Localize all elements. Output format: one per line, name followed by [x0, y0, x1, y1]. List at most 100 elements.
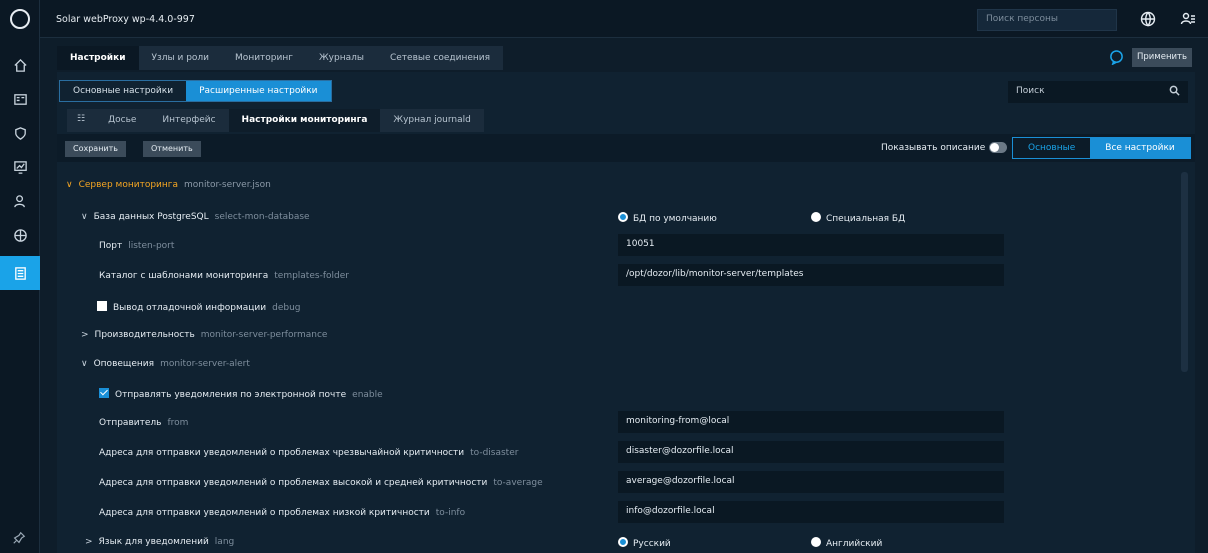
radio-label: Русский	[633, 539, 671, 549]
field-key: listen-port	[128, 241, 175, 251]
field-email-enable[interactable]: Отправлять уведомления по электронной по…	[99, 388, 383, 400]
section-label: Сервер мониторинга	[78, 180, 179, 190]
templates-input[interactable]: /opt/dozor/lib/monitor-server/templates	[618, 264, 1004, 286]
to-average-input[interactable]: average@dozorfile.local	[618, 471, 1004, 493]
group-alerts[interactable]: ∨ Оповещения monitor-server-alert	[81, 359, 250, 369]
port-input[interactable]: 10051	[618, 234, 1004, 256]
field-label: Порт	[99, 241, 123, 251]
radio-label: БД по умолчанию	[633, 214, 717, 224]
group-database[interactable]: ∨ База данных PostgreSQL select-mon-databa…	[81, 212, 310, 222]
radio-default-db[interactable]: БД по умолчанию	[618, 212, 717, 224]
field-label: Адреса для отправки уведомлений о пробле…	[99, 508, 430, 518]
basic-view-button[interactable]: Основные	[1013, 138, 1090, 158]
settings-doc-icon[interactable]	[0, 256, 40, 290]
field-key: to-info	[435, 508, 466, 518]
settings-search-input[interactable]: Поиск	[1008, 81, 1188, 103]
tab-monitoring[interactable]: Мониторинг	[222, 46, 306, 70]
field-to-average: Адреса для отправки уведомлений о пробле…	[99, 478, 543, 488]
chat-icon[interactable]	[1109, 50, 1123, 66]
section-monitor-server[interactable]: ∨ Сервер мониторинга monitor-server.json	[66, 180, 271, 190]
field-from: Отправитель from	[99, 418, 188, 428]
radio-selected-icon	[618, 537, 628, 547]
tab-dossier[interactable]: Досье	[95, 109, 150, 132]
tab-journald[interactable]: Журнал journald	[380, 109, 484, 132]
field-key: templates-folder	[274, 271, 349, 281]
radio-lang-ru[interactable]: Русский	[618, 537, 671, 549]
tab-interface[interactable]: Интерфейс	[149, 109, 229, 132]
from-input[interactable]: monitoring-from@local	[618, 411, 1004, 433]
radio-label: Специальная БД	[826, 214, 906, 224]
radio-selected-icon	[618, 212, 628, 222]
group-label: Производительность	[94, 330, 195, 340]
cancel-button[interactable]: Отменить	[143, 141, 201, 157]
chevron-down-icon: ∨	[81, 212, 88, 222]
show-description-toggle[interactable]	[989, 142, 1007, 153]
view-mode-toggle: Основные Все настройки	[1012, 137, 1191, 159]
tab-logs[interactable]: Журналы	[306, 46, 377, 70]
show-description-label: Показывать описание	[881, 143, 986, 153]
dashboard-icon[interactable]	[0, 82, 40, 116]
settings-panel: Основные настройки Расширенные настройки…	[57, 72, 1195, 553]
field-key: enable	[352, 390, 383, 400]
field-key: debug	[272, 303, 301, 313]
group-lang[interactable]: > Язык для уведомлений lang	[85, 537, 234, 547]
field-templates: Каталог с шаблонами мониторинга templates…	[99, 271, 349, 281]
chevron-down-icon: ∨	[66, 180, 73, 190]
settings-tree: ∨ Сервер мониторинга monitor-server.json ∨…	[57, 167, 1177, 553]
checkbox-checked-icon	[99, 388, 109, 398]
to-info-input[interactable]: info@dozorfile.local	[618, 501, 1004, 523]
group-performance[interactable]: > Производительность monitor-server-perfor…	[81, 330, 327, 340]
radio-label: Английский	[826, 539, 883, 549]
group-key: lang	[214, 537, 235, 547]
scrollbar[interactable]	[1181, 172, 1188, 372]
apply-button[interactable]: Применить	[1132, 48, 1192, 67]
tab-settings[interactable]: Настройки	[57, 46, 139, 70]
tab-advanced-settings[interactable]: Расширенные настройки	[186, 81, 331, 101]
chevron-right-icon: >	[81, 330, 89, 340]
tab-basic-settings[interactable]: Основные настройки	[60, 81, 186, 101]
all-settings-button[interactable]: Все настройки	[1090, 138, 1190, 158]
to-disaster-input[interactable]: disaster@dozorfile.local	[618, 441, 1004, 463]
tab-network-connections[interactable]: Сетевые соединения	[377, 46, 503, 70]
field-debug[interactable]: Вывод отладочной информации debug	[97, 301, 301, 313]
save-button[interactable]: Сохранить	[65, 141, 126, 157]
checkbox-unchecked-icon	[97, 301, 107, 311]
field-to-info: Адреса для отправки уведомлений о пробле…	[99, 508, 465, 518]
radio-unselected-icon	[811, 537, 821, 547]
home-icon[interactable]	[0, 48, 40, 82]
person-search-input[interactable]: Поиск персоны	[977, 9, 1117, 31]
field-to-disaster: Адреса для отправки уведомлений о пробле…	[99, 448, 518, 458]
field-key: to-disaster	[470, 448, 519, 458]
user-menu-icon[interactable]	[1180, 11, 1196, 30]
grid-icon[interactable]: ☷	[67, 109, 96, 132]
tab-nodes-roles[interactable]: Узлы и роли	[139, 46, 223, 70]
group-key: select-mon-database	[214, 212, 310, 222]
shield-icon[interactable]	[0, 116, 40, 150]
field-key: from	[167, 418, 189, 428]
field-key: to-average	[493, 478, 543, 488]
monitor-chart-icon[interactable]	[0, 150, 40, 184]
chevron-down-icon: ∨	[81, 359, 88, 369]
app-logo	[10, 9, 30, 29]
action-bar: Сохранить Отменить Показывать описание О…	[57, 134, 1195, 162]
section-tabs: ☷ Досье Интерфейс Настройки мониторинга …	[67, 109, 484, 132]
chevron-right-icon: >	[85, 537, 93, 547]
radio-lang-en[interactable]: Английский	[811, 537, 882, 549]
group-label: Язык для уведомлений	[98, 537, 209, 547]
search-icon	[1169, 85, 1180, 96]
pin-icon[interactable]	[12, 531, 26, 548]
tab-monitoring-settings[interactable]: Настройки мониторинга	[228, 109, 381, 132]
field-port: Порт listen-port	[99, 241, 174, 251]
top-bar: Solar webProxy wp-4.4.0-997 Поиск персон…	[40, 0, 1208, 38]
field-label: Адреса для отправки уведомлений о пробле…	[99, 478, 488, 488]
radio-special-db[interactable]: Специальная БД	[811, 212, 905, 224]
globe-icon[interactable]	[1140, 11, 1156, 30]
section-key: monitor-server.json	[184, 180, 271, 190]
main-tabs: Настройки Узлы и роли Мониторинг Журналы…	[57, 46, 504, 70]
group-label: База данных PostgreSQL	[93, 212, 209, 222]
field-label: Вывод отладочной информации	[113, 303, 267, 313]
field-label: Адреса для отправки уведомлений о пробле…	[99, 448, 465, 458]
settings-search-placeholder: Поиск	[1016, 86, 1045, 96]
network-icon[interactable]	[0, 218, 40, 252]
users-icon[interactable]	[0, 184, 40, 218]
